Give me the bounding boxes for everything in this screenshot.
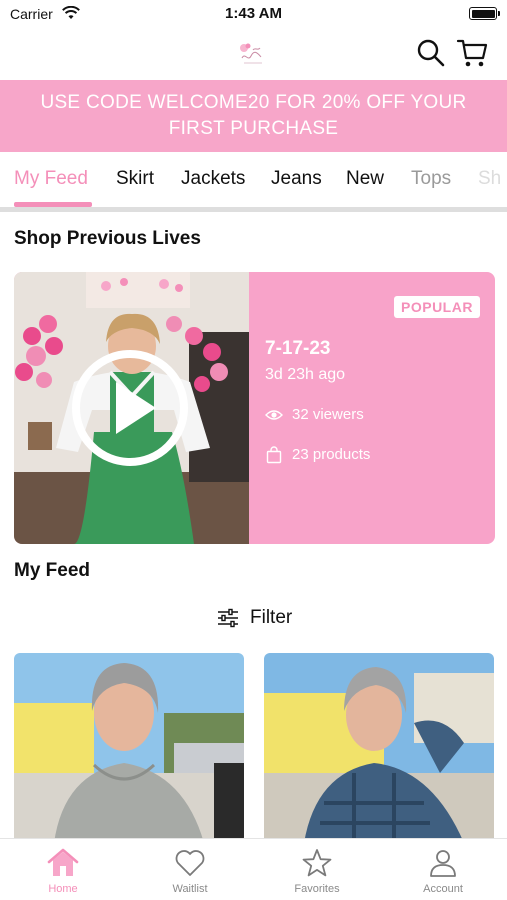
tab-my-feed[interactable]: My Feed [14,168,88,190]
bottom-nav: Home Waitlist Favorites Account [0,838,507,900]
star-icon [302,849,332,877]
products-label: 23 products [292,446,371,463]
tab-jeans[interactable]: Jeans [271,168,322,190]
filter-label: Filter [250,607,293,628]
sliders-icon [218,608,238,628]
nav-waitlist[interactable]: Waitlist [145,847,235,899]
cart-icon[interactable] [456,37,488,69]
home-icon [47,848,79,876]
live-date: 7-17-23 [265,338,331,359]
tab-tops[interactable]: Tops [411,168,451,190]
product-card-1[interactable] [14,653,244,843]
filter-button[interactable]: Filter [214,604,304,632]
battery-icon [469,7,500,20]
section-title-my-feed: My Feed [14,560,91,581]
clock: 1:43 AM [225,5,282,22]
nav-favorites-label: Favorites [294,883,340,895]
status-bar: Carrier 1:43 AM [0,0,507,28]
nav-home-label: Home [48,883,78,895]
category-tabs: My Feed Skirt Jackets Jeans New Tops Sh [0,152,507,208]
eye-icon [265,410,283,420]
nav-account-label: Account [423,883,463,895]
tab-sh[interactable]: Sh [478,168,501,190]
popular-badge: POPULAR [394,296,480,318]
nav-account[interactable]: Account [398,847,488,899]
play-icon[interactable] [70,348,190,468]
tab-new[interactable]: New [346,168,384,190]
heart-icon [175,850,205,876]
viewers-label: 32 viewers [292,406,364,423]
nav-home[interactable]: Home [18,847,108,899]
nav-waitlist-label: Waitlist [172,883,208,895]
nav-favorites[interactable]: Favorites [272,847,362,899]
app-header [0,28,507,80]
live-time-ago: 3d 23h ago [265,366,346,383]
brand-logo[interactable] [234,38,270,68]
shopping-bag-icon [266,446,282,464]
tab-skirt[interactable]: Skirt [116,168,154,190]
user-icon [430,850,456,877]
promo-banner[interactable]: USE CODE WELCOME20 FOR 20% OFF YOUR FIRS… [0,80,507,152]
tab-jackets[interactable]: Jackets [181,168,245,190]
previous-live-card[interactable]: POPULAR 7-17-23 3d 23h ago 32 viewers 23… [14,272,495,544]
search-icon[interactable] [415,37,447,69]
section-title-previous-lives: Shop Previous Lives [14,228,201,249]
tabs-divider [0,207,507,212]
product-card-2[interactable] [264,653,494,843]
promo-text: USE CODE WELCOME20 FOR 20% OFF YOUR FIRS… [40,92,467,139]
